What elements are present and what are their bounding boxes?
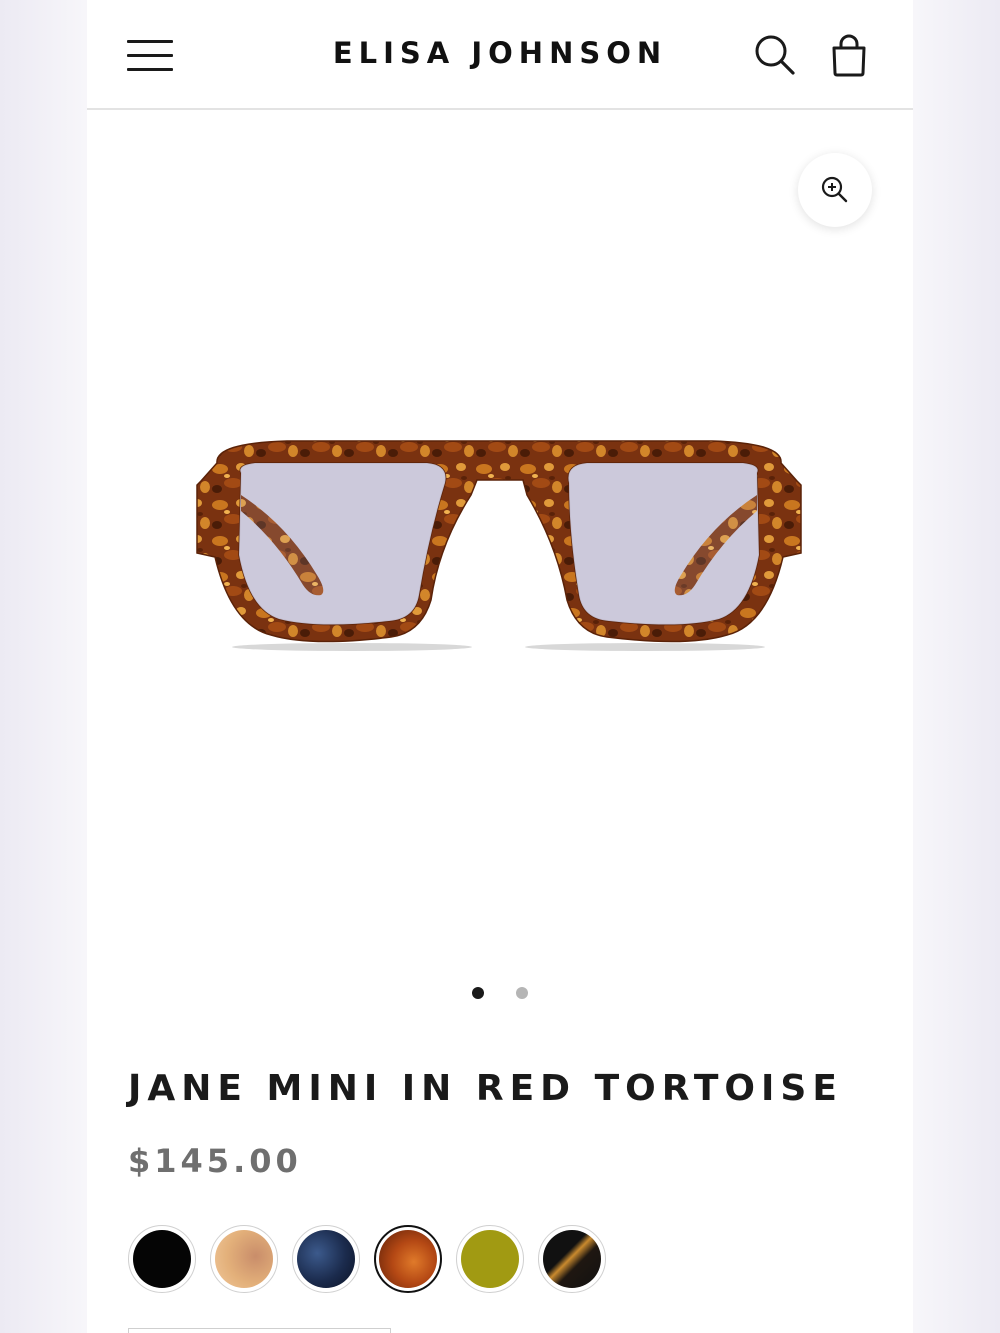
search-button[interactable] <box>753 33 797 77</box>
swatch-fill <box>461 1230 519 1288</box>
product-price: $145.00 <box>128 1142 302 1180</box>
product-title: JANE MINI IN RED TORTOISE <box>128 1068 843 1109</box>
swatch-fill <box>215 1230 273 1288</box>
product-image-sunglasses[interactable] <box>167 425 827 665</box>
swatch-honey[interactable] <box>210 1225 278 1293</box>
cart-button[interactable] <box>827 33 871 77</box>
partial-element <box>128 1328 391 1333</box>
swatch-fill <box>133 1230 191 1288</box>
shopping-bag-icon <box>832 34 866 77</box>
carousel-dot-2[interactable] <box>516 987 528 999</box>
zoom-in-icon <box>821 176 848 203</box>
carousel-dot-1[interactable] <box>472 987 484 999</box>
swatch-navy[interactable] <box>292 1225 360 1293</box>
swatch-fill <box>543 1230 601 1288</box>
site-header: ELISA JOHNSON <box>87 0 913 110</box>
carousel-pagination <box>87 987 913 999</box>
product-page: ELISA JOHNSON JANE MINI IN RED TORTOISE … <box>87 0 913 1333</box>
swatch-red-tortoise[interactable] <box>374 1225 442 1293</box>
swatch-fill <box>297 1230 355 1288</box>
zoom-button[interactable] <box>798 153 872 227</box>
search-icon <box>755 35 795 75</box>
swatch-olive[interactable] <box>456 1225 524 1293</box>
swatch-dark-tortoise[interactable] <box>538 1225 606 1293</box>
swatch-black[interactable] <box>128 1225 196 1293</box>
swatch-fill <box>379 1230 437 1288</box>
